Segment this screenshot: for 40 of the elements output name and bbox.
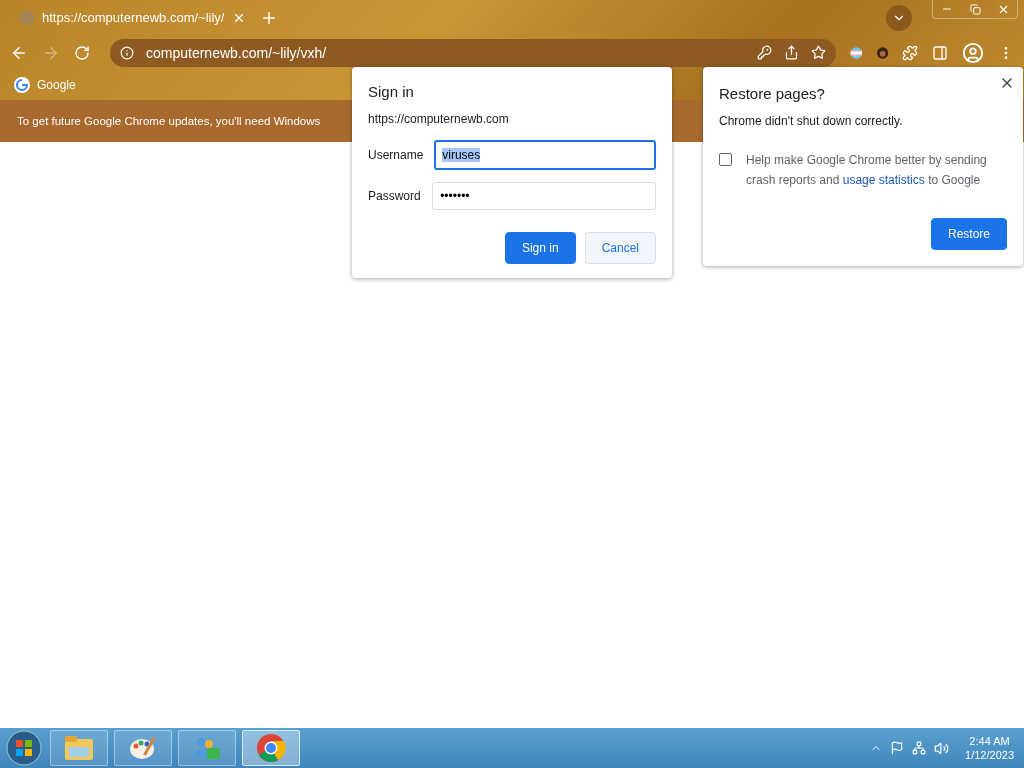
dialog-message: Chrome didn't shut down correctly.	[719, 114, 904, 128]
network-icon[interactable]	[912, 741, 927, 755]
dialog-title: Sign in	[368, 83, 415, 100]
site-origin: https://computernewb.com	[368, 112, 510, 126]
avatar-icon[interactable]	[876, 44, 888, 61]
restore-icon	[969, 3, 981, 15]
globe-icon	[20, 10, 34, 25]
volume-icon[interactable]	[934, 740, 950, 756]
info-icon	[120, 45, 134, 60]
checkbox[interactable]	[719, 153, 732, 166]
infobar-message: To get future Google Chrome updates, you'll need Windows	[17, 115, 321, 127]
sign-in-button[interactable]: Sign in	[504, 232, 576, 264]
taskbar-app-button[interactable]	[242, 730, 300, 766]
share-icon[interactable]	[784, 45, 799, 60]
reload-icon[interactable]	[74, 44, 90, 61]
restore-button[interactable]: Restore	[930, 218, 1007, 250]
clock[interactable]: 2:44 AM 1/12/2023	[965, 735, 1014, 761]
flag-icon[interactable]	[890, 741, 905, 755]
palette-icon	[128, 734, 158, 762]
field-label: Username	[368, 148, 423, 162]
browser-tab[interactable]: https://computernewb.com/~lily/	[12, 10, 255, 25]
checkbox-label: Help make Google Chrome better by sending crash reports and usage statistics to Google	[746, 152, 988, 189]
address-bar[interactable]: computernewb.com/~lily/vxh/	[110, 38, 836, 67]
dialog-title: Restore pages?	[719, 85, 826, 102]
profile-icon[interactable]	[962, 41, 984, 64]
side-panel-icon[interactable]	[932, 44, 948, 61]
usage-statistics-link[interactable]: usage statistics	[842, 173, 925, 187]
input-field[interactable]: viruses	[434, 140, 656, 170]
google-logo-icon	[14, 77, 30, 93]
bookmark[interactable]: Google	[14, 77, 76, 93]
input-field[interactable]: •••••••	[432, 182, 656, 210]
tab-search-button[interactable]	[886, 4, 912, 31]
chrome-logo-icon	[256, 733, 286, 763]
field-label: Password	[368, 189, 421, 203]
key-icon[interactable]	[757, 45, 772, 60]
folder-icon	[64, 735, 94, 761]
cancel-button[interactable]: Cancel	[584, 232, 656, 264]
star-icon[interactable]	[811, 45, 826, 60]
start-button[interactable]	[6, 730, 42, 766]
puzzle-icon[interactable]	[902, 44, 918, 61]
